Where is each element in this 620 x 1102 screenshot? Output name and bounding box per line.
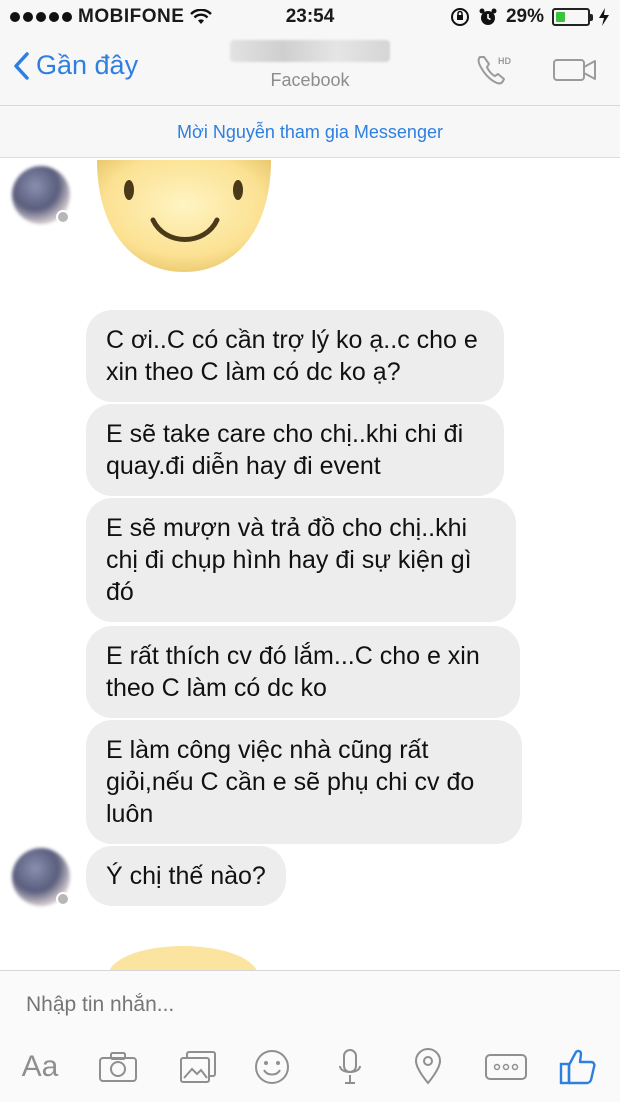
photos-button[interactable]: [176, 1045, 220, 1089]
message-bubble: C ơi..C có cần trợ lý ko ạ..c cho e xin …: [86, 310, 504, 402]
battery-icon: [552, 8, 593, 26]
sticker-button[interactable]: [250, 1045, 294, 1089]
smiley-sticker[interactable]: [95, 160, 273, 278]
charging-bolt-icon: [599, 8, 609, 26]
location-button[interactable]: [406, 1045, 450, 1089]
smiley-icon: [255, 1050, 289, 1084]
blurred-name-image: [230, 40, 390, 62]
invite-to-messenger-banner[interactable]: Mời Nguyễn tham gia Messenger: [0, 106, 620, 158]
message-bubble: E làm công việc nhà cũng rất giỏi,nếu C …: [86, 720, 522, 844]
message-bubble: E sẽ take care cho chị..khi chi đi quay.…: [86, 404, 504, 496]
camera-icon: [99, 1052, 137, 1082]
orientation-lock-icon: [450, 8, 469, 26]
text-format-button[interactable]: Aa: [18, 1045, 62, 1089]
more-dots-icon: [485, 1054, 527, 1080]
composer-toolbar: Aa: [0, 1045, 620, 1095]
camera-button[interactable]: [96, 1045, 140, 1089]
message-bubble: E rất thích cv đó lắm...C cho e xin theo…: [86, 626, 520, 718]
alarm-icon: [479, 8, 497, 25]
like-button[interactable]: [556, 1045, 600, 1089]
status-bar: MOBIFONE 23:54 29%: [0, 0, 620, 36]
conversation-header: Gần đây Facebook HD: [0, 36, 620, 106]
messenger-badge-icon: [56, 210, 70, 224]
photo-gallery-icon: [180, 1051, 216, 1083]
microphone-icon: [339, 1049, 361, 1084]
message-input[interactable]: [26, 989, 586, 1021]
thumbs-up-icon: [559, 1049, 596, 1085]
call-actions: HD: [474, 52, 598, 88]
message-composer: Aa: [0, 970, 620, 1102]
message-thread: C ơi..C có cần trợ lý ko ạ..c cho e xin …: [0, 158, 620, 970]
svg-text:HD: HD: [498, 56, 511, 66]
location-pin-icon: [414, 1048, 442, 1085]
hd-voice-call-icon[interactable]: HD: [474, 52, 514, 88]
status-right: 29%: [450, 6, 610, 28]
video-call-icon[interactable]: [552, 56, 598, 84]
message-bubble: E sẽ mượn và trả đồ cho chị..khi chị đi …: [86, 498, 516, 622]
battery-fill: [556, 12, 565, 22]
more-options-button[interactable]: [482, 1045, 530, 1089]
contact-name-blurred[interactable]: [230, 40, 390, 66]
message-bubble: Ý chị thế nào?: [86, 846, 286, 906]
battery-percentage: 29%: [505, 6, 544, 27]
voice-message-button[interactable]: [328, 1045, 372, 1089]
messenger-badge-icon: [56, 892, 70, 906]
sticker-partial: [108, 946, 258, 970]
